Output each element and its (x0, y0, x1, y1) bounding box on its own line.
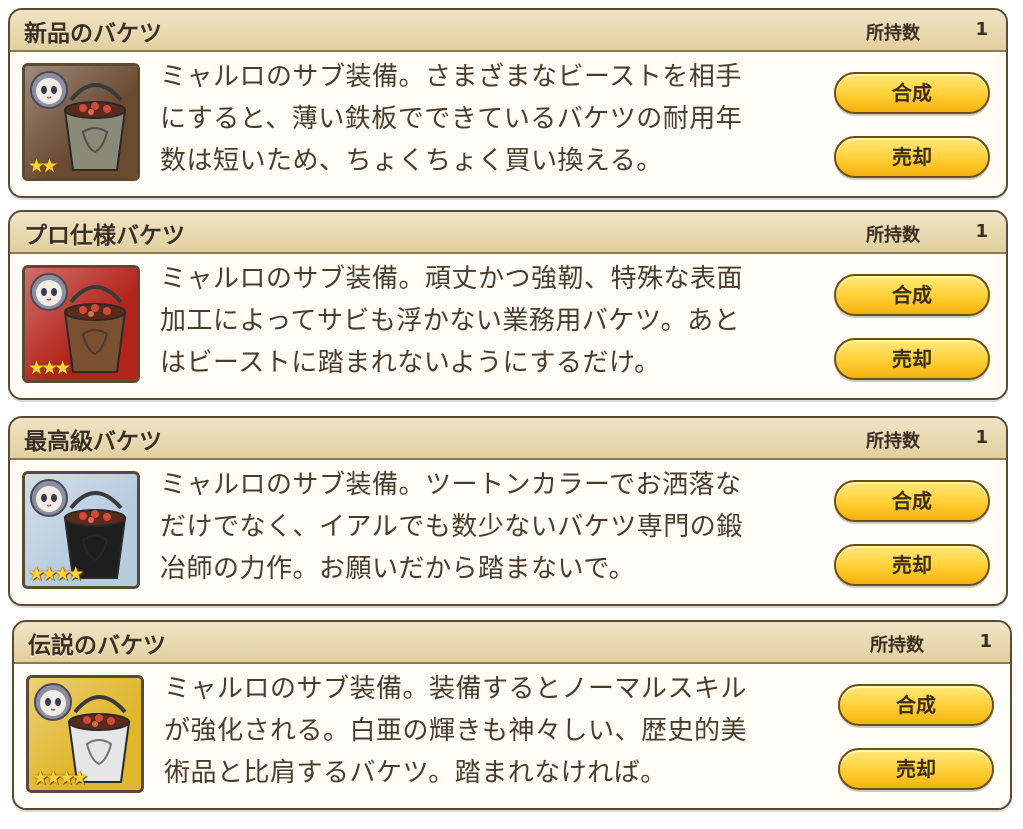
rarity-stars: ★★ (28, 155, 58, 177)
sell-button[interactable]: 売却 (838, 748, 994, 790)
count-value: 1 (975, 19, 988, 40)
count-label: 所持数 (866, 431, 920, 452)
item-card[interactable]: 伝説のバケツ 所持数 1 ★★★★ ミャルロのサブ装備。装備するとノーマルスキル… (12, 620, 1012, 810)
card-header: 新品のバケツ 所持数 1 (10, 10, 1006, 52)
item-description: ミャルロのサブ装備。装備するとノーマルスキル が強化される。白亜の輝きも神々しい… (164, 674, 748, 788)
item-card[interactable]: プロ仕様バケツ 所持数 1 ★★★ ミャルロのサブ装備。頑丈かつ強靭、特殊な表面… (8, 210, 1008, 400)
card-body: ★★★ ミャルロのサブ装備。頑丈かつ強靭、特殊な表面 加工によってサビも浮かない… (10, 254, 1006, 398)
card-header: 最高級バケツ 所持数 1 (10, 418, 1006, 460)
synthesize-button[interactable]: 合成 (834, 274, 990, 316)
bucket-icon[interactable]: ★★ (22, 63, 140, 181)
bucket-icon[interactable]: ★★★ (22, 265, 140, 383)
item-description: ミャルロのサブ装備。頑丈かつ強靭、特殊な表面 加工によってサビも浮かない業務用バ… (160, 264, 744, 378)
bucket-icon[interactable]: ★★★★ (26, 675, 144, 793)
synthesize-button[interactable]: 合成 (834, 480, 990, 522)
item-name: プロ仕様バケツ (24, 223, 185, 249)
synthesize-button[interactable]: 合成 (834, 72, 990, 114)
card-body: ★★★★ ミャルロのサブ装備。ツートンカラーでお洒落な だけでなく、イアルでも数… (10, 460, 1006, 604)
rarity-stars: ★★★ (28, 357, 71, 379)
card-header: 伝説のバケツ 所持数 1 (14, 622, 1010, 664)
count-value: 1 (975, 427, 988, 448)
item-name: 新品のバケツ (24, 21, 162, 47)
count-value: 1 (975, 221, 988, 242)
card-body: ★★ ミャルロのサブ装備。さまざまなビーストを相手 にすると、薄い鉄板でできてい… (10, 52, 1006, 196)
item-card[interactable]: 新品のバケツ 所持数 1 ★★ ミャルロのサブ装備。さまざまなビーストを相手 に… (8, 8, 1008, 198)
count-label: 所持数 (866, 225, 920, 246)
sell-button[interactable]: 売却 (834, 544, 990, 586)
sell-button[interactable]: 売却 (834, 136, 990, 178)
item-name: 最高級バケツ (24, 429, 162, 455)
rarity-stars: ★★★★ (28, 563, 84, 585)
item-name: 伝説のバケツ (28, 633, 166, 659)
card-body: ★★★★ ミャルロのサブ装備。装備するとノーマルスキル が強化される。白亜の輝き… (14, 664, 1010, 808)
count-label: 所持数 (870, 635, 924, 656)
sell-button[interactable]: 売却 (834, 338, 990, 380)
item-description: ミャルロのサブ装備。ツートンカラーでお洒落な だけでなく、イアルでも数少ないバケ… (160, 470, 743, 584)
card-header: プロ仕様バケツ 所持数 1 (10, 212, 1006, 254)
synthesize-button[interactable]: 合成 (838, 684, 994, 726)
count-value: 1 (979, 631, 992, 652)
item-description: ミャルロのサブ装備。さまざまなビーストを相手 にすると、薄い鉄板でできているバケ… (160, 62, 743, 176)
item-card[interactable]: 最高級バケツ 所持数 1 ★★★★ ミャルロのサブ装備。ツートンカラーでお洒落な… (8, 416, 1008, 606)
bucket-icon[interactable]: ★★★★ (22, 471, 140, 589)
rarity-stars: ★★★★ (32, 767, 88, 789)
count-label: 所持数 (866, 23, 920, 44)
